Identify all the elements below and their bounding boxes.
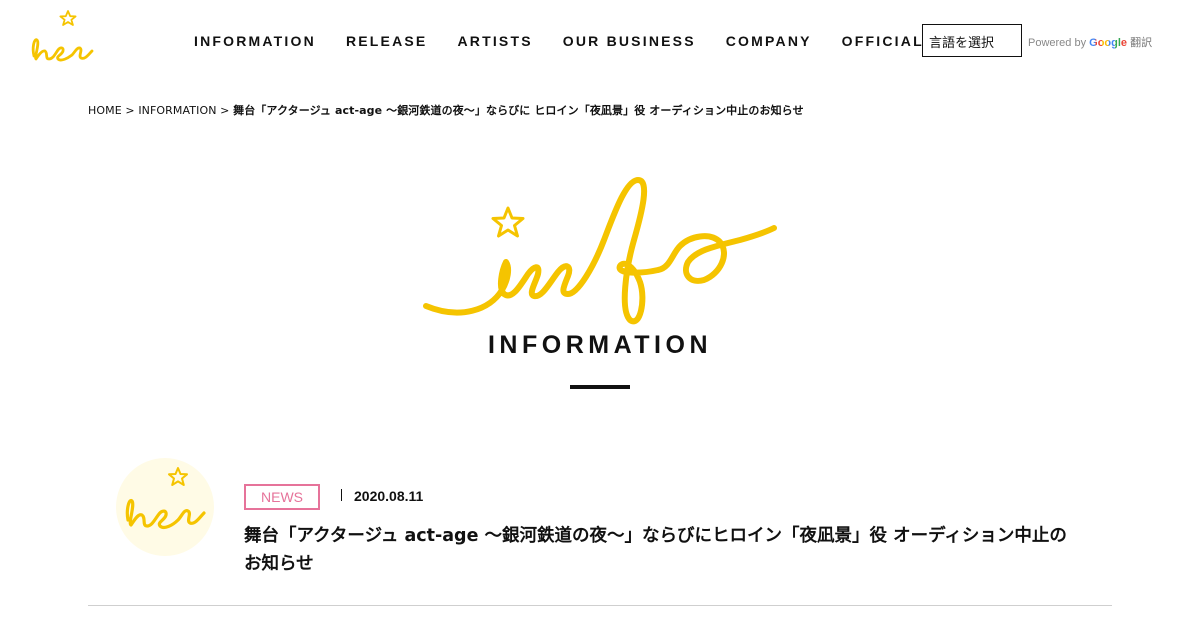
meta-separator [341,489,342,501]
breadcrumb-current: 舞台「アクタージュ act-age ～銀河鉄道の夜～」ならびに ヒロイン「夜凪景… [233,104,804,117]
breadcrumb-separator: > [125,104,135,117]
google-translate-attribution: Powered by Google 翻訳 [1028,34,1152,50]
language-select[interactable]: 言語を選択 [922,24,1022,57]
nav-artists[interactable]: ARTISTS [457,33,532,49]
breadcrumb: HOME > INFORMATION > 舞台「アクタージュ act-age ～… [88,102,804,118]
entry-title[interactable]: 舞台「アクタージュ act-age ～銀河鉄道の夜～」ならびにヒロイン「夜凪景」… [244,522,1084,578]
breadcrumb-separator: > [220,104,230,117]
title-underline [570,385,630,389]
breadcrumb-information[interactable]: INFORMATION [138,104,216,117]
page-title: INFORMATION [487,331,712,359]
powered-by-label: Powered by [1028,37,1087,49]
nav-release[interactable]: RELEASE [346,33,428,49]
news-category-tag[interactable]: NEWS [244,484,320,510]
nav-company[interactable]: COMPANY [726,33,812,49]
entry-logo-avatar [116,458,214,556]
breadcrumb-home[interactable]: HOME [88,104,122,117]
site-logo-icon[interactable] [28,10,94,66]
nav-official-store[interactable]: OFFICIAL STORE [842,33,924,49]
nav-information[interactable]: INFORMATION [194,33,316,49]
translate-label[interactable]: 翻訳 [1130,36,1152,49]
site-header: INFORMATION RELEASE ARTISTS OUR BUSINESS… [0,0,1200,84]
nav-our-business[interactable]: OUR BUSINESS [563,33,696,49]
info-script-icon [423,177,777,325]
entry-date: 2020.08.11 [354,488,424,504]
google-logo[interactable]: Google [1089,37,1127,49]
main-nav: INFORMATION RELEASE ARTISTS OUR BUSINESS… [194,30,924,54]
entry-logo-icon [125,467,206,530]
entry-divider [88,605,1112,606]
